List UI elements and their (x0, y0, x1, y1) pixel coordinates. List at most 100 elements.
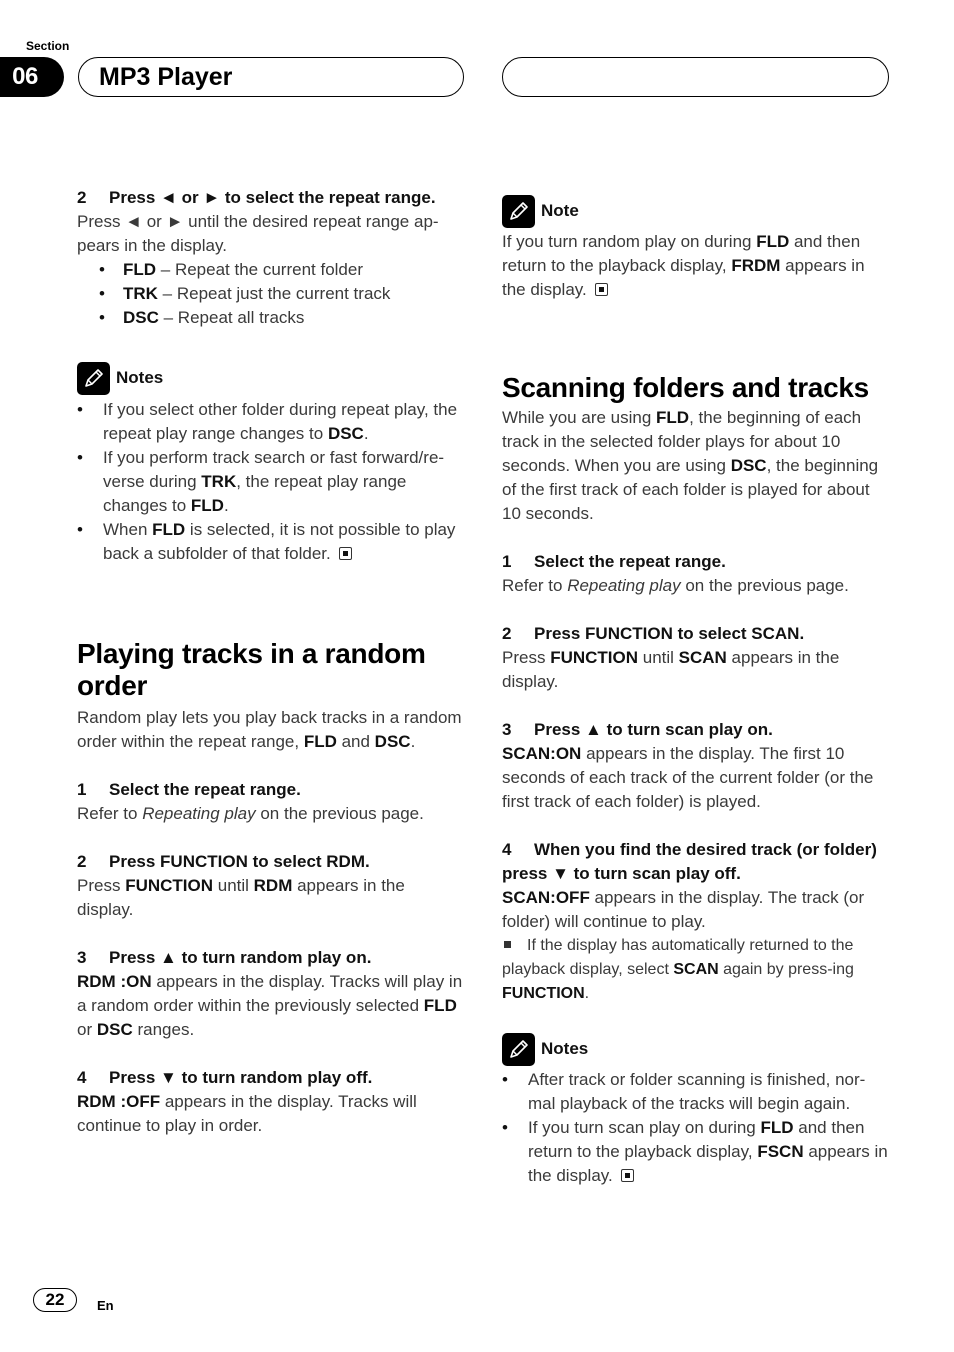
chapter-title: MP3 Player (78, 57, 464, 97)
empty-header-pill (502, 57, 889, 97)
note-title: Note (541, 201, 579, 220)
bold-term: DSC (327, 424, 364, 443)
bold-term: TRK (201, 472, 237, 491)
note-item: When FLD is selected, it is not possible… (77, 518, 465, 566)
step-heading-text: When you find the desired track (or fold… (502, 840, 877, 883)
step-heading-text: Press ▼ to turn random play off. (109, 1068, 373, 1087)
pencil-note-icon (77, 361, 110, 395)
step-body: Press FUNCTION until RDM appears in the … (77, 876, 405, 919)
step-body: Refer to Repeating play on the previous … (77, 804, 424, 823)
bold-term: FLD (152, 520, 186, 539)
italic-reference: Repeating play (567, 576, 681, 595)
step-number: 2 (77, 852, 87, 871)
repeat-options-list: FLD – Repeat the current folder TRK – Re… (77, 258, 465, 330)
step-heading: 2 Press FUNCTION to select RDM. (77, 850, 465, 874)
bold-term: SCAN (673, 961, 719, 978)
step-heading-text: Press ◄ or ► to select the repeat range. (109, 188, 436, 207)
bold-term: FLD (190, 496, 224, 515)
step-heading: 2 Press ◄ or ► to select the repeat range… (77, 186, 465, 210)
step-number: 4 (77, 1068, 87, 1087)
note-item: If you select other folder during repeat… (77, 398, 465, 446)
step-heading-text: Press FUNCTION to select RDM. (109, 852, 370, 871)
step-heading: 3 Press ▲ to turn scan play on. (502, 718, 890, 742)
left-column: 2 Press ◄ or ► to select the repeat range… (77, 186, 465, 1138)
right-column: Note If you turn random play on during F… (502, 194, 890, 1188)
step-body: Press FUNCTION until SCAN appears in the… (502, 648, 840, 691)
bold-term: TRK (123, 284, 158, 303)
step-heading: 4 When you find the desired track (or fol… (502, 838, 890, 886)
repeat-range-step: 2 Press ◄ or ► to select the repeat range… (77, 186, 465, 330)
bold-term: RDM :ON (77, 972, 152, 991)
bold-term: FUNCTION (550, 648, 639, 667)
notes-heading: Notes (77, 361, 465, 395)
bold-term: FRDM (731, 256, 781, 275)
scanning-intro: While you are using FLD, the beginning o… (502, 408, 879, 523)
step-body: RDM :ON appears in the display. Tracks w… (77, 972, 463, 1039)
bold-term: FLD (656, 408, 690, 427)
end-square-icon (595, 283, 609, 296)
step-heading: 1 Select the repeat range. (77, 778, 465, 802)
bold-term: DSC (374, 732, 411, 751)
step-number: 2 (77, 188, 87, 207)
chapter-title-text: MP3 Player (99, 62, 233, 91)
step-number: 1 (77, 780, 87, 799)
step-heading-text: Select the repeat range. (534, 552, 726, 571)
pencil-note-icon (502, 1032, 535, 1066)
note-body: If you turn random play on during FLD an… (502, 232, 865, 299)
bold-term: FLD (123, 260, 157, 279)
page-number: 22 (33, 1288, 77, 1312)
repeat-option-trk: TRK – Repeat just the current track (77, 282, 465, 306)
bold-term: RDM (253, 876, 293, 895)
scanning-heading: Scanning folders and tracks (502, 372, 869, 403)
notes-heading: Notes (502, 1032, 890, 1066)
notes-title: Notes (541, 1039, 589, 1058)
step-heading: 4 Press ▼ to turn random play off. (77, 1066, 465, 1090)
step-body: Press ◄ or ► until the desired repeat ra… (77, 212, 439, 255)
note-item: After track or folder scanning is finish… (502, 1068, 890, 1116)
step-number: 3 (77, 948, 87, 967)
bold-term: FLD (423, 996, 457, 1015)
bold-term: DSC (123, 308, 159, 327)
note-heading: Note (502, 194, 890, 228)
step-number: 2 (502, 624, 512, 643)
end-square-icon (339, 547, 353, 560)
step-heading-text: Press ▲ to turn scan play on. (534, 720, 773, 739)
step-heading: 1 Select the repeat range. (502, 550, 890, 574)
repeat-option-dsc: DSC – Repeat all tracks (77, 306, 465, 330)
step-body: Refer to Repeating play on the previous … (502, 576, 849, 595)
language-code: En (97, 1298, 114, 1313)
step-body: SCAN:ON appears in the display. The firs… (502, 744, 874, 811)
bold-term: FLD (756, 232, 790, 251)
notes-list: If you select other folder during repeat… (77, 398, 465, 566)
note-item: If you perform track search or fast forw… (77, 446, 465, 518)
bold-term: DSC (730, 456, 767, 475)
square-bullet-icon (504, 941, 511, 949)
random-play-intro: Random play lets you play back tracks in… (77, 708, 462, 751)
bold-term: FLD (303, 732, 337, 751)
step-number: 3 (502, 720, 512, 739)
notes-list: After track or folder scanning is finish… (502, 1068, 890, 1188)
note-item: If you turn scan play on during FLD and … (502, 1116, 890, 1188)
end-square-icon (621, 1169, 635, 1182)
bold-term: SCAN:ON (502, 744, 582, 763)
section-label: Section (26, 39, 70, 53)
bold-term: FLD (760, 1118, 794, 1137)
bold-term: SCAN (678, 648, 727, 667)
bold-term: FUNCTION (502, 985, 585, 1002)
bold-term: SCAN:OFF (502, 888, 590, 907)
section-number-badge: 06 (0, 57, 64, 97)
repeat-option-fld: FLD – Repeat the current folder (77, 258, 465, 282)
bold-term: DSC (96, 1020, 133, 1039)
bold-term: RDM :OFF (77, 1092, 161, 1111)
italic-reference: Repeating play (142, 804, 256, 823)
step-heading: 2 Press FUNCTION to select SCAN. (502, 622, 890, 646)
step-heading: 3 Press ▲ to turn random play on. (77, 946, 465, 970)
step-tip: If the display has automatically returne… (502, 937, 854, 1002)
step-body: SCAN:OFF appears in the display. The tra… (502, 888, 865, 931)
step-number: 1 (502, 552, 512, 571)
pencil-note-icon (502, 194, 535, 228)
notes-title: Notes (116, 368, 164, 387)
random-play-heading: Playing tracks in a random order (77, 638, 426, 701)
step-body: RDM :OFF appears in the display. Tracks … (77, 1092, 417, 1135)
step-heading-text: Press ▲ to turn random play on. (109, 948, 372, 967)
